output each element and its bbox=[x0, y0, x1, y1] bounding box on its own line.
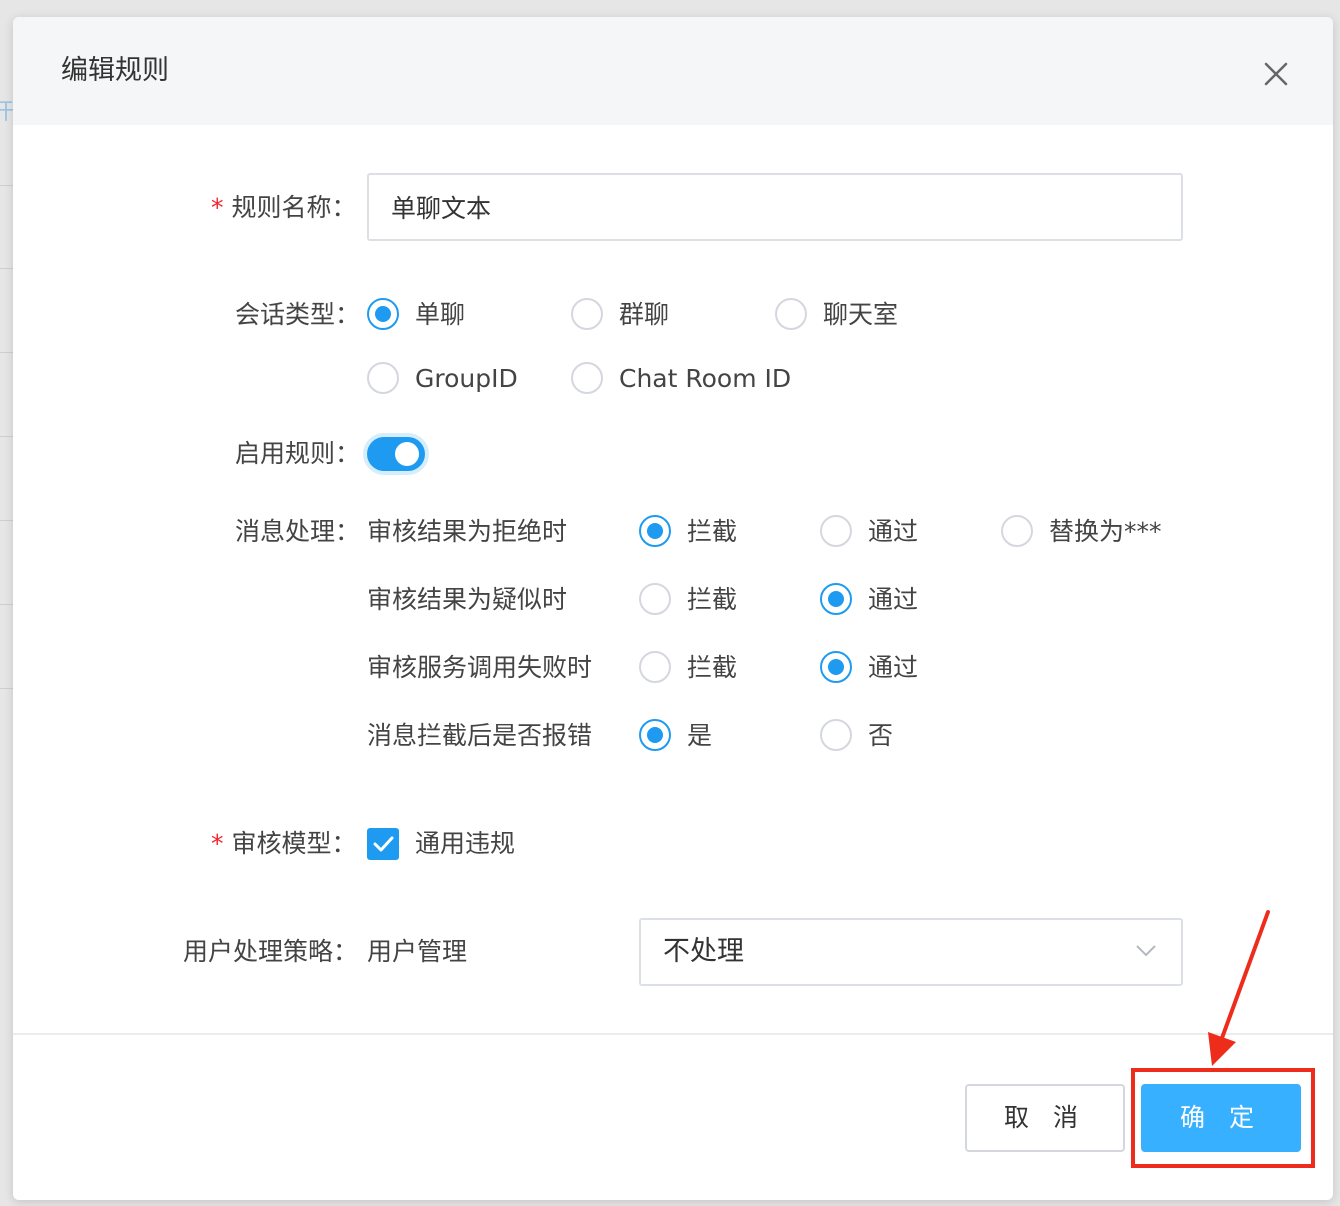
user-management-label: 用户管理 bbox=[367, 937, 468, 966]
background-text-fragment: 汗 bbox=[0, 100, 15, 125]
radio-error-yes[interactable] bbox=[639, 719, 671, 751]
close-icon bbox=[1264, 62, 1288, 86]
radio-chat-room[interactable] bbox=[775, 298, 807, 330]
conversation-type-label: 会话类型： bbox=[235, 300, 361, 329]
required-star: * bbox=[211, 193, 224, 222]
toggle-knob bbox=[395, 442, 419, 466]
radio-group-chat[interactable] bbox=[571, 298, 603, 330]
radio-label-chat-room: 聊天室 bbox=[823, 300, 899, 329]
radio-error-no[interactable] bbox=[820, 719, 852, 751]
radio-label-reject-pass: 通过 bbox=[868, 517, 919, 546]
rule-name-input[interactable] bbox=[367, 173, 1183, 241]
radio-label-failure-block: 拦截 bbox=[687, 653, 738, 682]
dialog-header: 编辑规则 bbox=[13, 17, 1333, 125]
background-divider bbox=[0, 268, 14, 269]
check-icon bbox=[373, 836, 394, 852]
block-error-label: 消息拦截后是否报错 bbox=[367, 721, 593, 750]
select-value: 不处理 bbox=[663, 936, 744, 967]
radio-label-failure-pass: 通过 bbox=[868, 653, 919, 682]
checkbox-label-general-violation: 通用违规 bbox=[415, 829, 516, 858]
background-divider bbox=[0, 688, 14, 689]
radio-label-reject-block: 拦截 bbox=[687, 517, 738, 546]
close-button[interactable] bbox=[1259, 57, 1293, 91]
message-handling-label: 消息处理： bbox=[235, 517, 361, 546]
radio-failure-block[interactable] bbox=[639, 651, 671, 683]
background-divider bbox=[0, 520, 14, 521]
radio-label-group-id: GroupID bbox=[415, 364, 518, 393]
radio-label-reject-replace: 替换为*** bbox=[1049, 517, 1162, 546]
radio-suspect-block[interactable] bbox=[639, 583, 671, 615]
radio-label-single-chat: 单聊 bbox=[415, 300, 466, 329]
radio-label-suspect-pass: 通过 bbox=[868, 585, 919, 614]
reject-result-label: 审核结果为拒绝时 bbox=[367, 517, 568, 546]
confirm-highlight-box bbox=[1131, 1068, 1315, 1168]
cancel-button[interactable]: 取 消 bbox=[965, 1084, 1125, 1152]
rule-name-label: * 规则名称： bbox=[211, 191, 357, 225]
review-model-label-text: 审核模型： bbox=[231, 829, 357, 858]
background-divider bbox=[0, 185, 14, 186]
radio-failure-pass[interactable] bbox=[820, 651, 852, 683]
radio-suspect-pass[interactable] bbox=[820, 583, 852, 615]
radio-label-suspect-block: 拦截 bbox=[687, 585, 738, 614]
radio-label-error-no: 否 bbox=[868, 721, 894, 750]
annotation-arrow-icon bbox=[1208, 910, 1270, 1066]
rule-name-label-text: 规则名称： bbox=[231, 193, 357, 222]
footer-divider bbox=[13, 1033, 1333, 1035]
radio-reject-block[interactable] bbox=[639, 515, 671, 547]
review-model-label: * 审核模型： bbox=[211, 827, 357, 861]
edit-rule-dialog: 编辑规则 *规则名称： 会话类型： 单聊 群聊 聊天室 GroupID Chat… bbox=[13, 17, 1333, 1200]
radio-single-chat[interactable] bbox=[367, 298, 399, 330]
background-divider bbox=[0, 436, 14, 437]
enable-rule-label: 启用规则： bbox=[235, 439, 361, 468]
service-failure-label: 审核服务调用失败时 bbox=[367, 653, 593, 682]
general-violation-checkbox[interactable] bbox=[367, 828, 399, 860]
suspect-result-label: 审核结果为疑似时 bbox=[367, 585, 568, 614]
radio-chat-room-id[interactable] bbox=[571, 362, 603, 394]
radio-label-chat-room-id: Chat Room ID bbox=[619, 364, 792, 393]
radio-reject-pass[interactable] bbox=[820, 515, 852, 547]
dialog-title: 编辑规则 bbox=[61, 55, 169, 86]
radio-label-error-yes: 是 bbox=[687, 721, 713, 750]
radio-label-group-chat: 群聊 bbox=[619, 300, 670, 329]
radio-reject-replace[interactable] bbox=[1001, 515, 1033, 547]
user-strategy-select[interactable]: 不处理 bbox=[639, 918, 1183, 986]
enable-rule-toggle[interactable] bbox=[367, 437, 425, 471]
background-divider bbox=[0, 352, 14, 353]
chevron-down-icon bbox=[1136, 945, 1156, 957]
required-star: * bbox=[211, 829, 224, 858]
radio-group-id[interactable] bbox=[367, 362, 399, 394]
user-strategy-label: 用户处理策略： bbox=[183, 937, 359, 966]
background-divider bbox=[0, 604, 14, 605]
